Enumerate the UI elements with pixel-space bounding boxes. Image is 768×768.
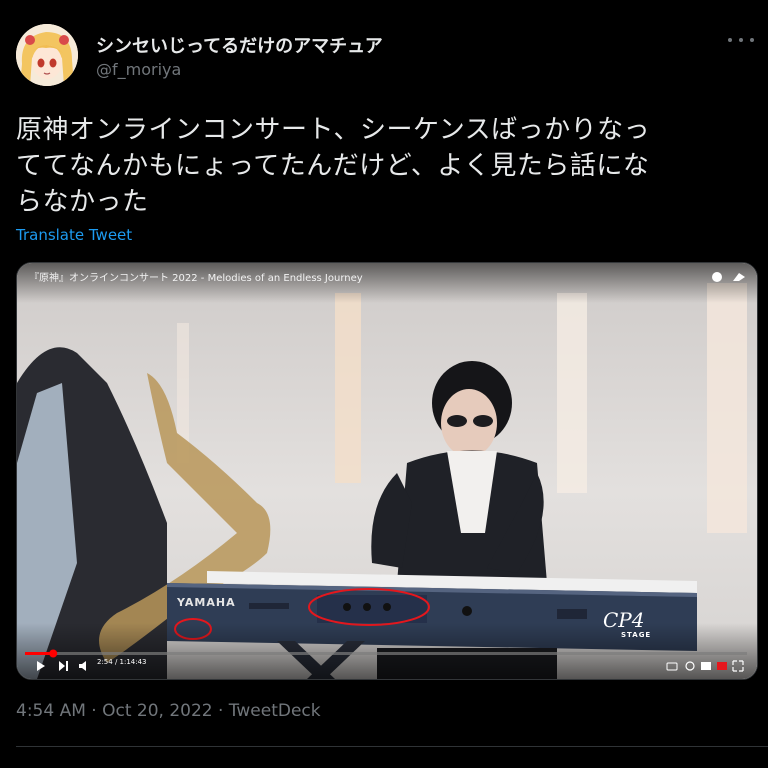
- video-frame: [17, 263, 757, 679]
- avatar[interactable]: [16, 24, 78, 86]
- keyboard-model-logo: CP4: [603, 608, 645, 632]
- video-title[interactable]: 『原神』オンラインコンサート 2022 - Melodies of an End…: [29, 269, 363, 284]
- tweet-text: 原神オンラインコンサート、シーケンスばっかりなっ ててなんかもにょってたんだけど…: [16, 115, 651, 217]
- progress-bar-fill[interactable]: [25, 652, 54, 655]
- divider: [16, 746, 768, 747]
- author-handle[interactable]: @f_moriya: [96, 60, 181, 79]
- video-time-readout: 2:54 / 1:14:43: [97, 658, 147, 666]
- translate-tweet-link[interactable]: Translate Tweet: [16, 226, 132, 244]
- video-player[interactable]: 『原神』オンラインコンサート 2022 - Melodies of an End…: [16, 262, 758, 680]
- miniplayer-icon[interactable]: [701, 662, 711, 670]
- theater-mode-icon[interactable]: [717, 662, 727, 670]
- tweet-timestamp[interactable]: 4:54 AM · Oct 20, 2022 · TweetDeck: [16, 701, 321, 721]
- more-options-icon[interactable]: [728, 30, 754, 50]
- progress-scrubber[interactable]: [49, 649, 58, 658]
- author-display-name[interactable]: シンセいじってるだけのアマチュア: [96, 32, 383, 58]
- keyboard-brand-logo: YAMAHA: [177, 596, 236, 609]
- keyboard-model-sub: STAGE: [621, 631, 652, 639]
